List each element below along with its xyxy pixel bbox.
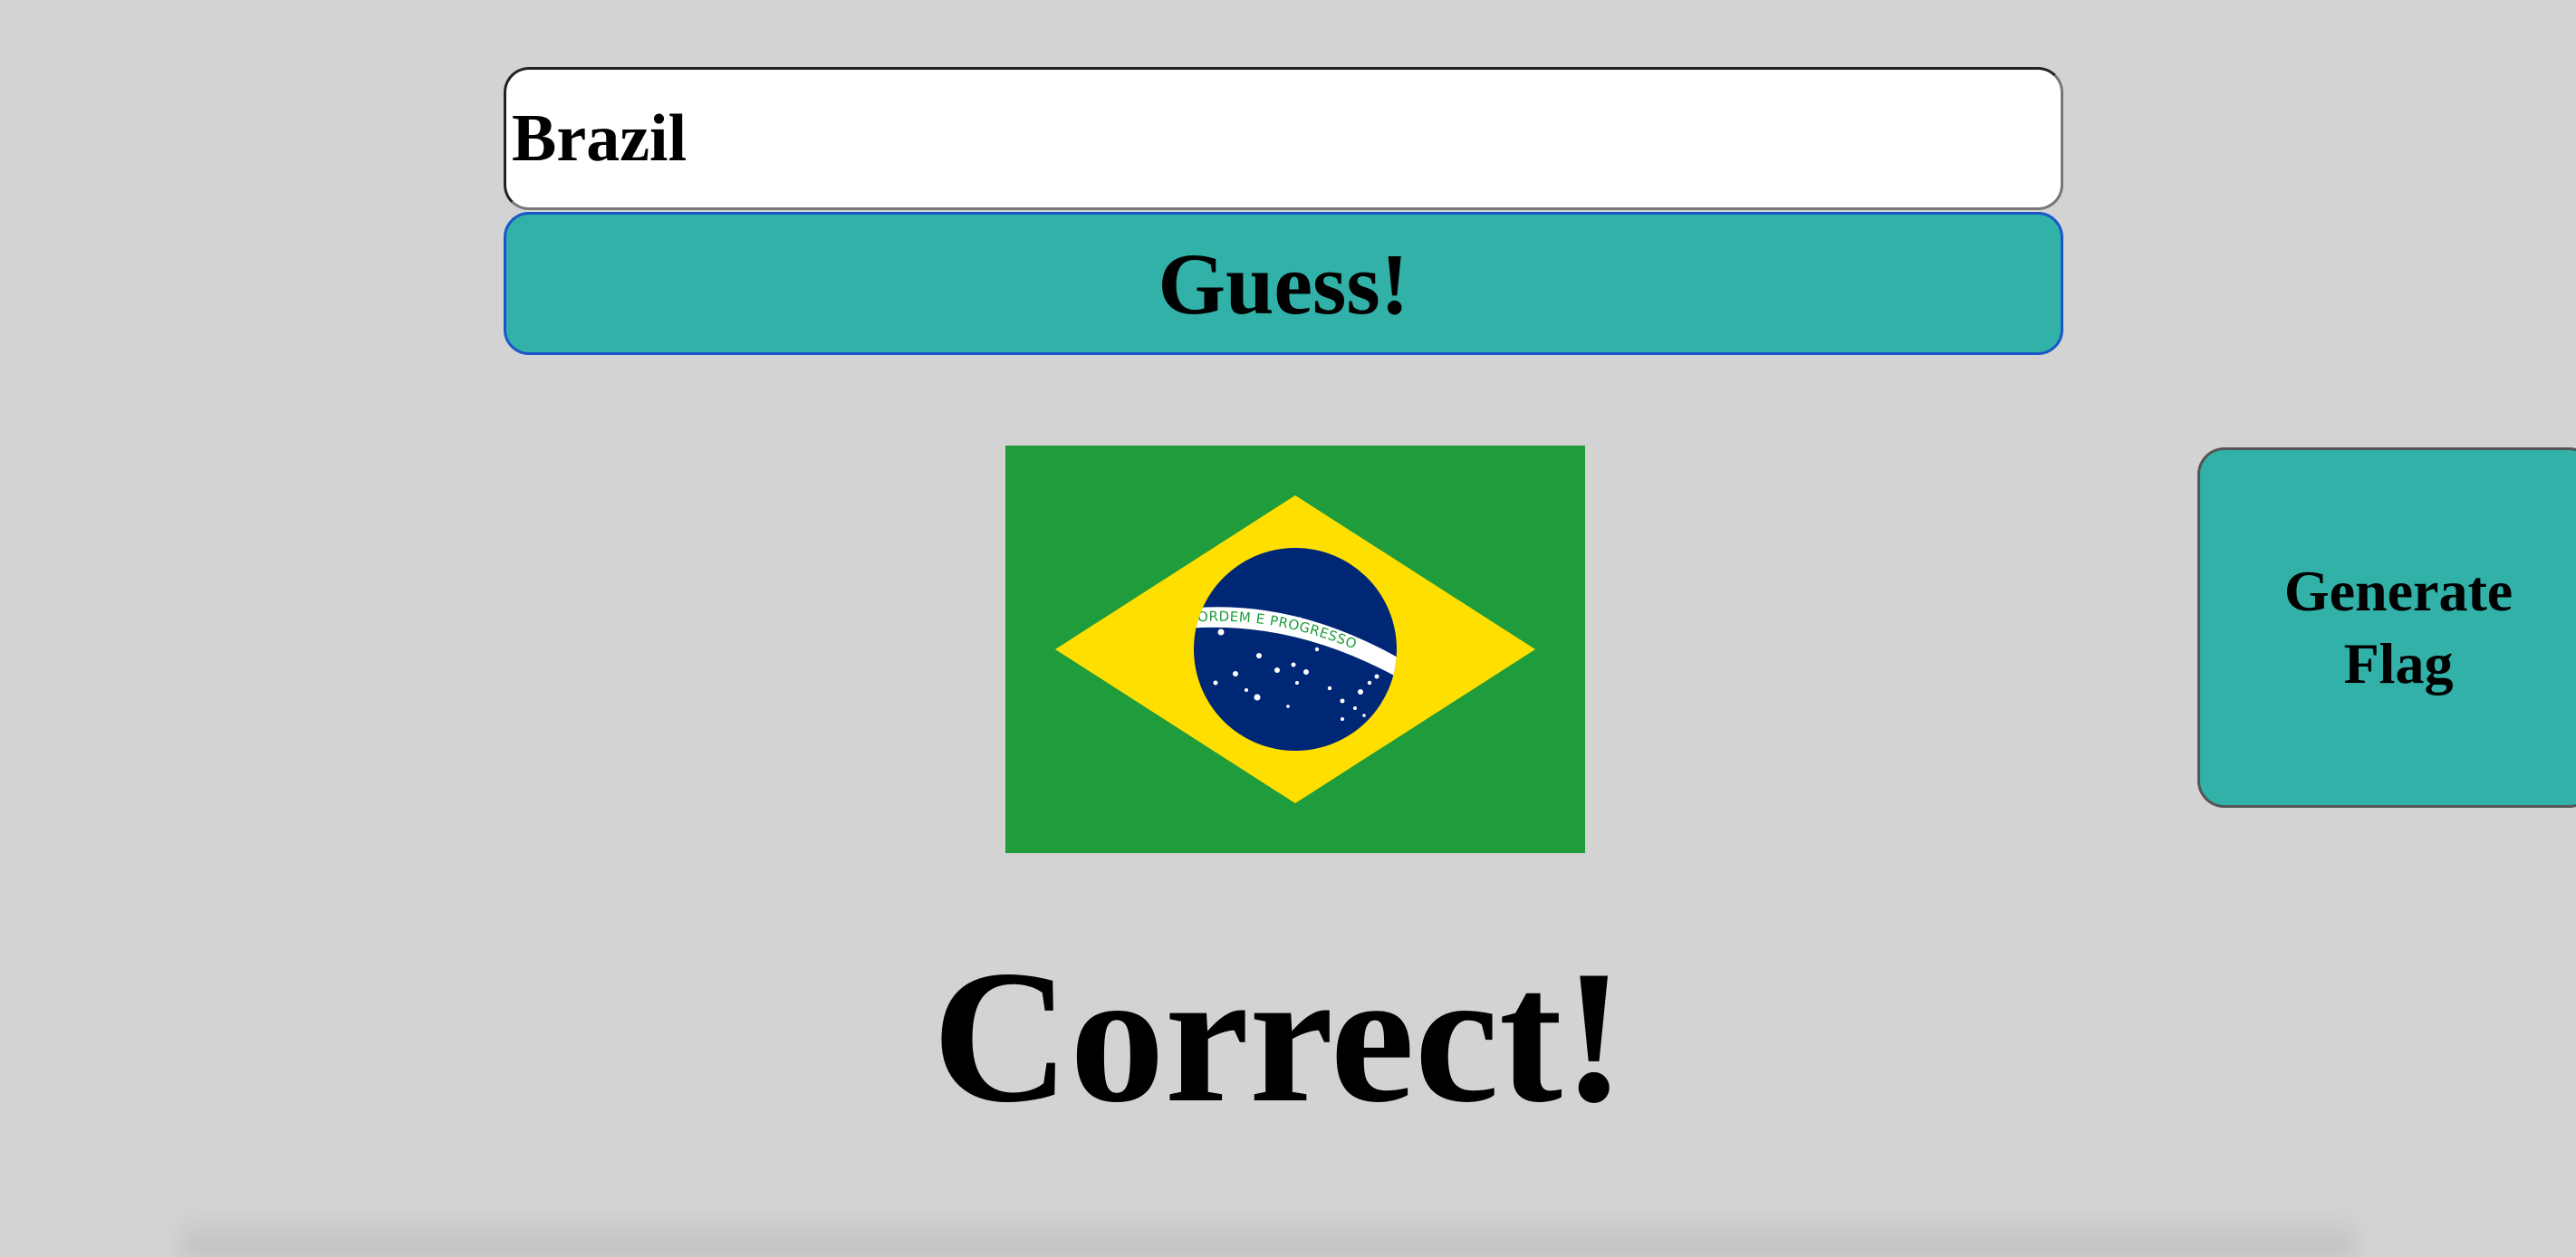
- result-message: Correct!: [932, 932, 1626, 1142]
- generate-flag-label: Generate Flag: [2283, 559, 2514, 696]
- generate-flag-button[interactable]: Generate Flag: [2197, 447, 2576, 808]
- flag-image: ORDEM E PROGRESSO: [1005, 446, 1585, 853]
- guess-input[interactable]: [504, 67, 2063, 210]
- bottom-shadow: [181, 1214, 2355, 1257]
- flag-guess-game: Guess! ORDEM E PROGRESSO: [0, 0, 2576, 1257]
- guess-button[interactable]: Guess!: [504, 212, 2063, 355]
